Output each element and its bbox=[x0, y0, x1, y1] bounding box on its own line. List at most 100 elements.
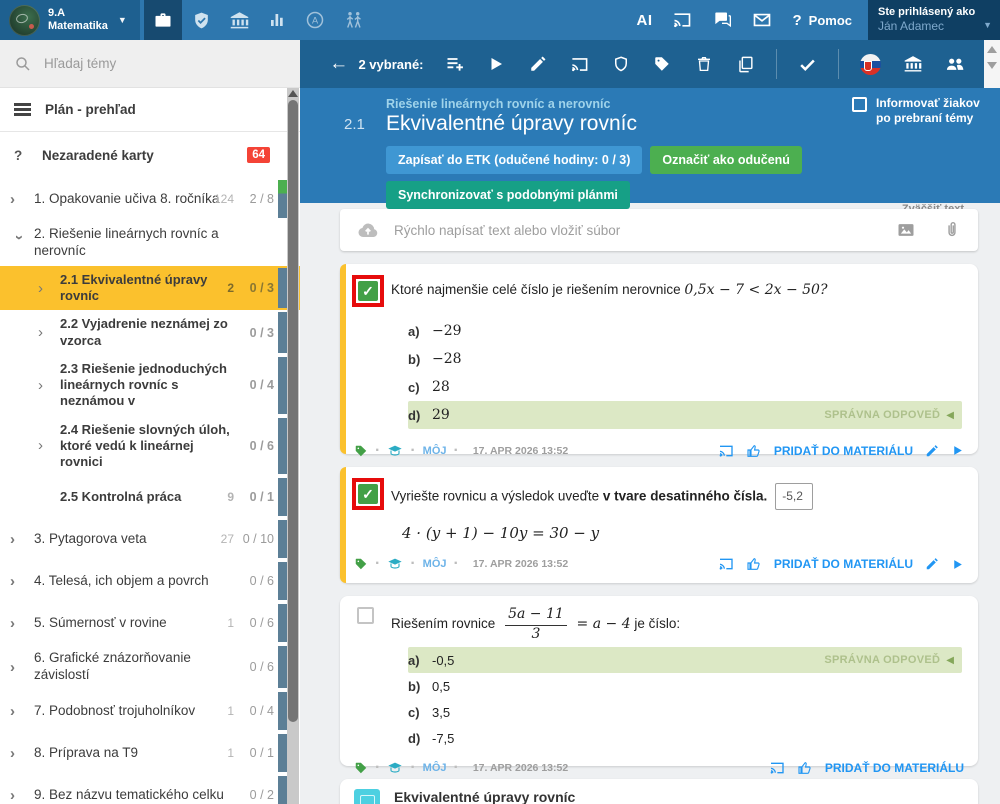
ai-button[interactable]: AI bbox=[636, 12, 652, 29]
chevron-right-icon[interactable]: › bbox=[10, 787, 34, 804]
messages-button[interactable] bbox=[752, 10, 772, 30]
nav-plans-icon[interactable] bbox=[144, 0, 182, 40]
option-a-correct[interactable]: a)-0,5 SPRÁVNA ODPOVEĎ ◀ bbox=[408, 647, 962, 673]
search-input[interactable] bbox=[44, 56, 264, 71]
sidebar-topic-3[interactable]: › 3. Pytagorova veta 27 0 / 10 bbox=[0, 518, 300, 560]
inform-students-checkbox[interactable] bbox=[852, 97, 867, 112]
option-c[interactable]: c)28 bbox=[408, 373, 964, 401]
option-b[interactable]: b)0,5 bbox=[408, 673, 964, 699]
chevron-right-icon[interactable]: › bbox=[38, 280, 60, 297]
like-icon[interactable] bbox=[746, 555, 762, 573]
play-button[interactable] bbox=[487, 55, 506, 73]
delete-button[interactable] bbox=[694, 55, 713, 73]
quick-add-bar[interactable] bbox=[340, 209, 978, 251]
option-d[interactable]: d)-7,5 bbox=[408, 725, 964, 751]
chevron-right-icon[interactable]: › bbox=[38, 324, 60, 341]
chevron-down-icon[interactable]: › bbox=[11, 235, 28, 259]
nav-attendance-icon[interactable] bbox=[334, 0, 372, 40]
school-share-icon[interactable] bbox=[387, 759, 403, 777]
option-a[interactable]: a)−29 bbox=[408, 317, 964, 345]
card-checkbox-unchecked[interactable] bbox=[357, 607, 374, 624]
card-checkbox-checked[interactable]: ✓ bbox=[358, 281, 378, 301]
option-b[interactable]: b)−28 bbox=[408, 345, 964, 373]
attach-file-icon[interactable] bbox=[942, 220, 962, 240]
sidebar-scrollbar[interactable] bbox=[287, 88, 299, 804]
add-to-material-link[interactable]: PRIDAŤ DO MATERIÁLU bbox=[774, 557, 913, 571]
nav-results-icon[interactable] bbox=[258, 0, 296, 40]
add-to-list-button[interactable] bbox=[445, 54, 465, 74]
play-icon[interactable] bbox=[951, 442, 964, 460]
write-to-etk-button[interactable]: Zapísať do ETK (odučené hodiny: 0 / 3) bbox=[386, 146, 642, 174]
cast-icon[interactable] bbox=[769, 759, 785, 777]
tag-icon[interactable] bbox=[354, 555, 368, 573]
sidebar-topic-2-3[interactable]: › 2.3 Riešenie jednoduchých lineárnych r… bbox=[0, 355, 300, 416]
play-icon[interactable] bbox=[951, 555, 964, 573]
sidebar-topic-9[interactable]: › 9. Bez názvu tematického celku 0 / 2 bbox=[0, 774, 300, 804]
edit-icon[interactable] bbox=[925, 555, 939, 573]
school-share-icon[interactable] bbox=[387, 555, 403, 573]
chat-button[interactable] bbox=[712, 10, 732, 30]
tag-icon[interactable] bbox=[354, 759, 368, 777]
add-to-material-link[interactable]: PRIDAŤ DO MATERIÁLU bbox=[825, 761, 964, 775]
material-card[interactable]: Ekvivalentné úpravy rovníc Prezentácia ·… bbox=[340, 779, 978, 804]
breadcrumb[interactable]: Riešenie lineárnych rovníc a nerovníc bbox=[386, 97, 610, 111]
chevron-right-icon[interactable]: › bbox=[10, 531, 34, 548]
user-menu[interactable]: Ste prihlásený ako Ján Adamec ▼ bbox=[868, 0, 1000, 40]
slovak-flag-icon[interactable] bbox=[860, 54, 881, 75]
insert-image-icon[interactable] bbox=[896, 220, 916, 240]
shield-button[interactable] bbox=[611, 55, 630, 73]
sidebar-topic-2-1-selected[interactable]: › 2.1 Ekvivalentné úpravy rovníc 2 0 / 3 bbox=[0, 266, 300, 311]
sidebar-topic-2-4[interactable]: › 2.4 Riešenie slovných úloh, ktoré vedú… bbox=[0, 416, 300, 477]
select-all-button[interactable] bbox=[798, 55, 817, 74]
cast-button[interactable] bbox=[672, 10, 692, 30]
sidebar-item-unassigned-cards[interactable]: ? Nezaradené karty 64 bbox=[0, 132, 300, 178]
chevron-right-icon[interactable]: › bbox=[10, 615, 34, 632]
sidebar-topic-2[interactable]: › 2. Riešenie lineárnych rovníc a nerovn… bbox=[0, 220, 300, 266]
sidebar-item-plan-overview[interactable]: Plán - prehľad bbox=[0, 88, 300, 132]
back-button[interactable]: ← bbox=[329, 53, 348, 75]
option-c[interactable]: c)3,5 bbox=[408, 699, 964, 725]
library-button[interactable] bbox=[903, 54, 923, 74]
sidebar-topic-5[interactable]: › 5. Súmernosť v rovine 1 0 / 6 bbox=[0, 602, 300, 644]
question-card-1[interactable]: ✓ Ktoré najmenšie celé číslo je riešením… bbox=[340, 264, 978, 454]
chevron-right-icon[interactable]: › bbox=[10, 191, 34, 208]
sidebar-topic-8[interactable]: › 8. Príprava na T9 1 0 / 1 bbox=[0, 732, 300, 774]
vertical-scrollbar[interactable] bbox=[984, 40, 1000, 88]
sidebar-topic-2-2[interactable]: › 2.2 Vyjadrenie neznámej zo vzorca 0 / … bbox=[0, 310, 300, 355]
question-card-2[interactable]: ✓ Vyriešte rovnicu a výsledok uveďte v t… bbox=[340, 467, 978, 583]
cast-button[interactable] bbox=[569, 55, 588, 74]
scroll-up-arrow[interactable] bbox=[987, 46, 997, 53]
mark-taught-button[interactable]: Označiť ako odučenú bbox=[650, 146, 802, 174]
sidebar-topic-7[interactable]: › 7. Podobnosť trojuholníkov 1 0 / 4 bbox=[0, 690, 300, 732]
nav-school-icon[interactable] bbox=[220, 0, 258, 40]
class-selector[interactable]: 9.A Matematika ▼ bbox=[0, 0, 140, 40]
chevron-right-icon[interactable]: › bbox=[10, 703, 34, 720]
chevron-right-icon[interactable]: › bbox=[10, 745, 34, 762]
card-checkbox-checked[interactable]: ✓ bbox=[358, 484, 378, 504]
chevron-right-icon[interactable]: › bbox=[10, 659, 34, 676]
sidebar-topic-2-5[interactable]: 2.5 Kontrolná práca 9 0 / 1 bbox=[0, 476, 300, 518]
scrollbar-thumb[interactable] bbox=[288, 100, 298, 722]
copy-button[interactable] bbox=[735, 55, 754, 74]
help-button[interactable]: ? Pomoc bbox=[792, 12, 852, 29]
edit-button[interactable] bbox=[528, 55, 547, 73]
scroll-up-arrow[interactable] bbox=[288, 90, 298, 97]
nav-shield-icon[interactable] bbox=[182, 0, 220, 40]
quick-add-input[interactable] bbox=[394, 223, 896, 238]
edit-icon[interactable] bbox=[925, 442, 939, 460]
like-icon[interactable] bbox=[797, 759, 813, 777]
tag-button[interactable] bbox=[652, 55, 671, 73]
question-card-3[interactable]: Riešením rovnice 5a − 113 = a − 4 je čís… bbox=[340, 596, 978, 766]
answer-input-box[interactable]: -5,2 bbox=[775, 483, 813, 510]
cast-icon[interactable] bbox=[718, 555, 734, 573]
option-d-correct[interactable]: d)29 SPRÁVNA ODPOVEĎ ◀ bbox=[408, 401, 962, 429]
chevron-right-icon[interactable]: › bbox=[38, 437, 60, 454]
cast-icon[interactable] bbox=[718, 442, 734, 460]
scroll-down-arrow[interactable] bbox=[987, 62, 997, 69]
add-to-material-link[interactable]: PRIDAŤ DO MATERIÁLU bbox=[774, 444, 913, 458]
sidebar-topic-1[interactable]: › 1. Opakovanie učiva 8. ročníka 124 2 /… bbox=[0, 178, 300, 220]
chevron-right-icon[interactable]: › bbox=[10, 573, 34, 590]
nav-agenda-icon[interactable] bbox=[296, 0, 334, 40]
share-users-button[interactable] bbox=[945, 54, 965, 74]
tag-icon[interactable] bbox=[354, 442, 368, 460]
